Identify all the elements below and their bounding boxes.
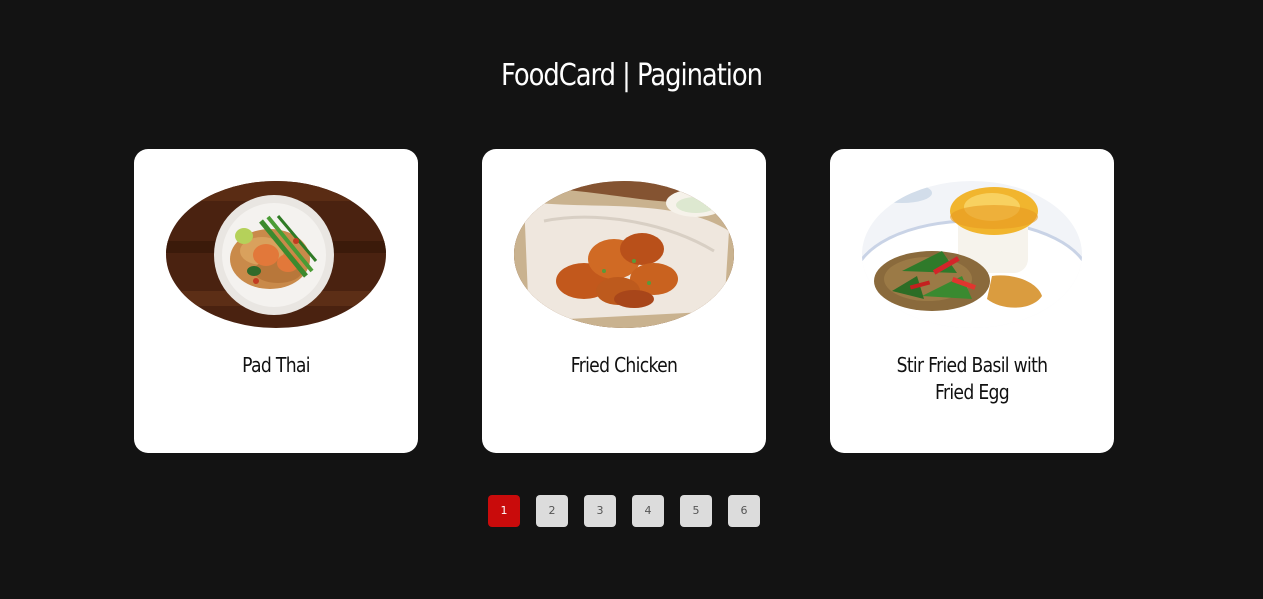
- food-image: [166, 181, 386, 328]
- page-button-6[interactable]: 6: [728, 495, 760, 527]
- page-button-2[interactable]: 2: [536, 495, 568, 527]
- food-image: [514, 181, 734, 328]
- pagination: 1 2 3 4 5 6: [488, 495, 760, 527]
- food-card[interactable]: Stir Fried Basil with Fried Egg: [830, 149, 1114, 453]
- food-image: [862, 181, 1082, 328]
- page-button-4[interactable]: 4: [632, 495, 664, 527]
- food-name: Pad Thai: [242, 353, 310, 377]
- food-name: Stir Fried Basil with Fried Egg: [896, 353, 1048, 404]
- page-button-5[interactable]: 5: [680, 495, 712, 527]
- page-title: FoodCard | Pagination: [501, 58, 763, 93]
- food-card[interactable]: Fried Chicken: [482, 149, 766, 453]
- page-button-1[interactable]: 1: [488, 495, 520, 527]
- page-button-3[interactable]: 3: [584, 495, 616, 527]
- food-name: Fried Chicken: [570, 353, 678, 377]
- food-card[interactable]: Pad Thai: [134, 149, 418, 453]
